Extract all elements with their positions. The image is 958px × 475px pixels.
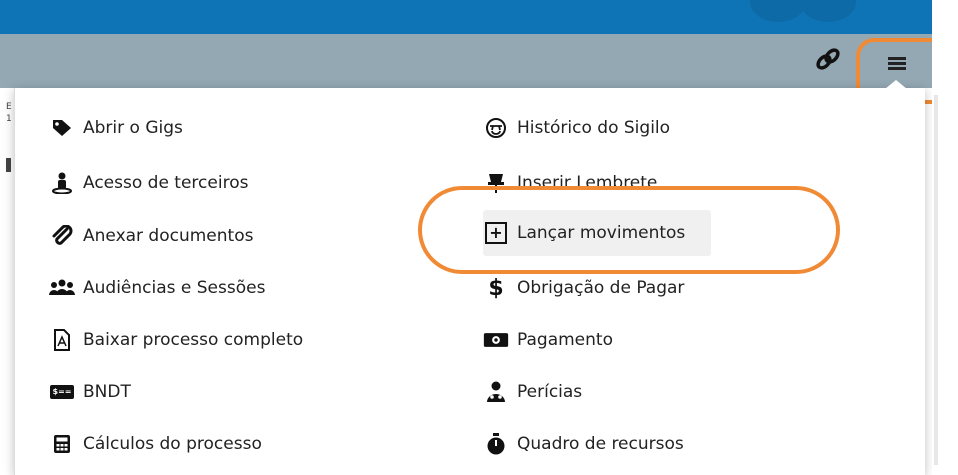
paperclip-icon [49, 225, 75, 247]
actions-dropdown-menu: Abrir o Gigs Acesso de terceiros Anexar … [14, 88, 925, 475]
link-icon[interactable] [815, 46, 841, 78]
menu-item-label: Obrigação de Pagar [517, 278, 685, 298]
header-decoration [750, 0, 806, 22]
menu-item-label: Acesso de terceiros [83, 173, 249, 193]
pdf-file-icon [49, 329, 75, 351]
dropdown-caret [874, 80, 918, 98]
header-decoration [800, 0, 856, 22]
menu-item-label: Perícias [517, 382, 583, 402]
dollar-icon: $ [488, 275, 504, 301]
menu-item-pericias[interactable]: Perícias [483, 374, 582, 410]
menu-item-obrigacao-pagar[interactable]: $ Obrigação de Pagar [483, 270, 684, 306]
menu-item-label: Quadro de recursos [517, 434, 684, 454]
money-card-icon: $== [49, 385, 75, 399]
menu-item-audiencias-sessoes[interactable]: Audiências e Sessões [49, 270, 265, 306]
menu-item-label: BNDT [83, 382, 131, 402]
scrollbar[interactable] [934, 95, 938, 465]
menu-item-historico-sigilo[interactable]: Histórico do Sigilo [483, 110, 670, 146]
menu-item-label: Abrir o Gigs [83, 118, 183, 138]
menu-item-label: Audiências e Sessões [83, 278, 266, 298]
money-bill-icon [483, 331, 509, 349]
user-doctor-icon [483, 381, 509, 403]
menu-item-abrir-gigs[interactable]: Abrir o Gigs [49, 110, 183, 146]
menu-item-label: Pagamento [517, 330, 613, 350]
tag-icon [49, 118, 75, 138]
menu-item-pagamento[interactable]: Pagamento [483, 322, 613, 358]
top-header-bar [0, 0, 932, 34]
menu-item-quadro-recursos[interactable]: Quadro de recursos [483, 426, 684, 462]
menu-item-anexar-documentos[interactable]: Anexar documentos [49, 218, 253, 254]
highlight-circle-lancar [418, 186, 840, 274]
menu-item-baixar-processo[interactable]: Baixar processo completo [49, 322, 303, 358]
stopwatch-icon [483, 433, 509, 455]
toolbar [0, 34, 932, 88]
user-secret-icon [483, 117, 509, 139]
menu-item-acesso-terceiros[interactable]: Acesso de terceiros [49, 165, 248, 201]
menu-item-label: Anexar documentos [83, 226, 254, 246]
page-left-edge: E 1 [0, 88, 14, 475]
menu-item-label: Cálculos do processo [83, 434, 262, 454]
menu-item-calculos[interactable]: Cálculos do processo [49, 426, 262, 462]
menu-item-label: Baixar processo completo [83, 330, 304, 350]
menu-item-bndt[interactable]: $== BNDT [49, 374, 131, 410]
menu-item-label: Histórico do Sigilo [517, 118, 671, 138]
user-pin-icon [49, 172, 75, 194]
users-icon [49, 279, 75, 297]
calculator-icon [49, 434, 75, 454]
